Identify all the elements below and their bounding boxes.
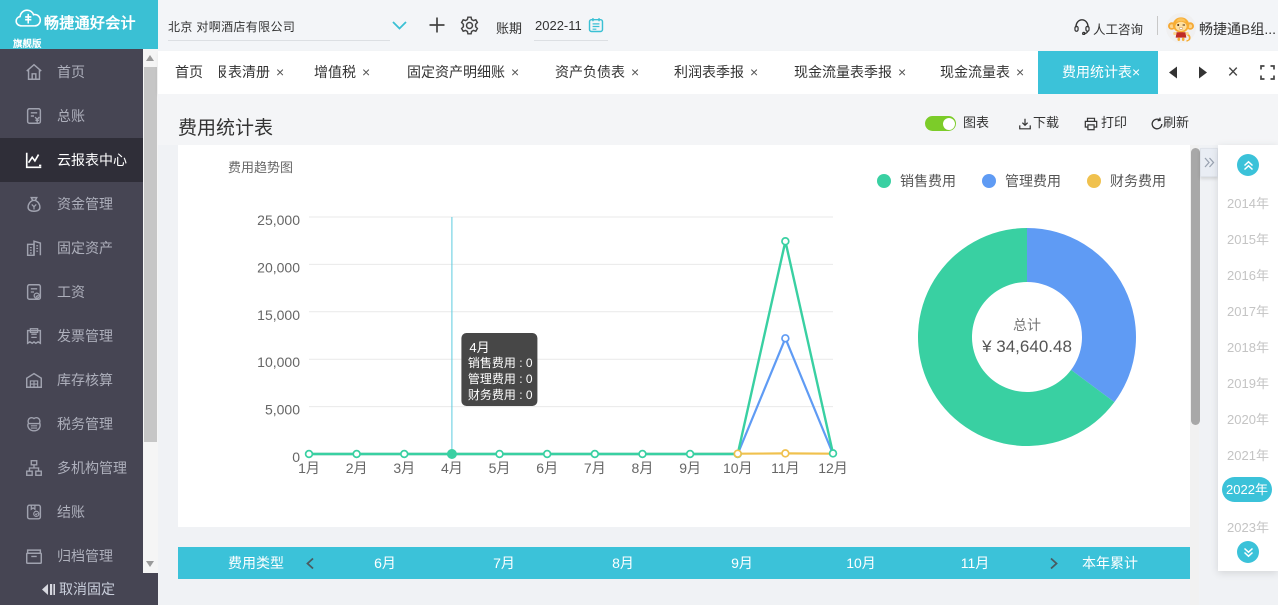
- svg-text:12月: 12月: [818, 460, 848, 476]
- svg-text:总计: 总计: [1013, 317, 1041, 333]
- svg-text:6月: 6月: [536, 460, 558, 476]
- svg-text:5,000: 5,000: [265, 402, 300, 418]
- svg-text:8月: 8月: [632, 460, 654, 476]
- svg-text:9月: 9月: [679, 460, 701, 476]
- svg-text:管理费用 : 0: 管理费用 : 0: [468, 371, 533, 386]
- svg-text:10月: 10月: [723, 460, 753, 476]
- svg-text:11月: 11月: [771, 460, 800, 476]
- svg-text:10,000: 10,000: [257, 354, 300, 370]
- svg-text:3月: 3月: [393, 460, 415, 476]
- svg-text:5月: 5月: [489, 460, 511, 476]
- svg-text:财务费用 : 0: 财务费用 : 0: [468, 387, 533, 402]
- svg-text:15,000: 15,000: [257, 307, 300, 323]
- svg-text:4月: 4月: [441, 460, 463, 476]
- svg-text:4月: 4月: [469, 340, 489, 355]
- svg-text:销售费用 : 0: 销售费用 : 0: [468, 355, 533, 370]
- svg-text:¥ 34,640.48: ¥ 34,640.48: [981, 337, 1072, 356]
- svg-text:2月: 2月: [346, 460, 368, 476]
- svg-text:1月: 1月: [298, 460, 320, 476]
- svg-text:25,000: 25,000: [257, 212, 300, 228]
- svg-text:20,000: 20,000: [257, 259, 300, 275]
- svg-text:7月: 7月: [584, 460, 606, 476]
